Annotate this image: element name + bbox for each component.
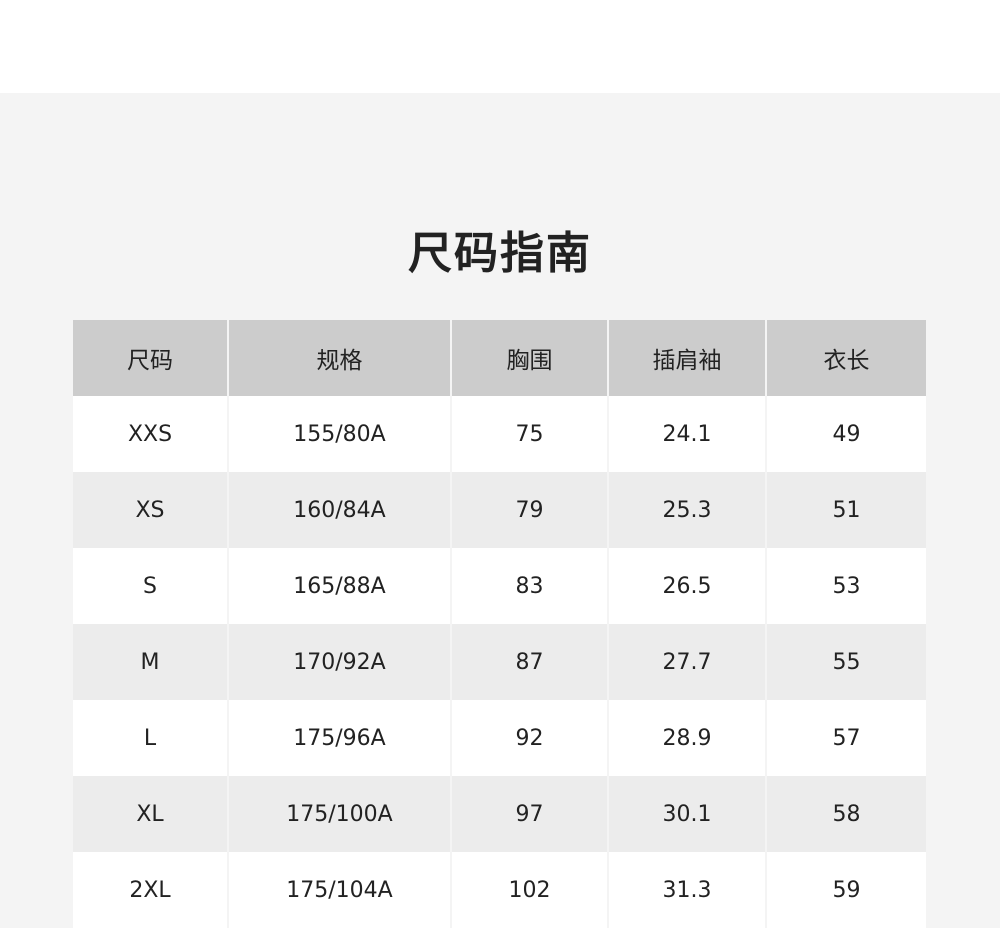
cell-sleeve: 30.1 [608,776,767,852]
table-row: XL 175/100A 97 30.1 58 [73,776,926,852]
size-guide-section: 尺码指南 尺码 规格 胸围 插肩袖 衣长 XXS 155/80A 75 24.1 [0,93,1000,928]
cell-length: 51 [766,472,926,548]
cell-sleeve: 27.7 [608,624,767,700]
header-spec: 规格 [228,320,452,396]
top-blank-band [0,0,1000,93]
cell-size: XL [73,776,229,852]
table-row: M 170/92A 87 27.7 55 [73,624,926,700]
cell-sleeve: 25.3 [608,472,767,548]
cell-length: 58 [766,776,926,852]
cell-spec: 170/92A [228,624,452,700]
cell-chest: 97 [451,776,609,852]
cell-length: 55 [766,624,926,700]
cell-spec: 155/80A [228,396,452,472]
cell-spec: 160/84A [228,472,452,548]
cell-chest: 102 [451,852,609,928]
table-row: XXS 155/80A 75 24.1 49 [73,396,926,472]
cell-sleeve: 24.1 [608,396,767,472]
cell-chest: 79 [451,472,609,548]
table-row: XS 160/84A 79 25.3 51 [73,472,926,548]
cell-size: L [73,700,229,776]
cell-chest: 92 [451,700,609,776]
cell-chest: 83 [451,548,609,624]
cell-size: 2XL [73,852,229,928]
header-length: 衣长 [766,320,926,396]
table-header-row: 尺码 规格 胸围 插肩袖 衣长 [73,320,926,396]
cell-size: S [73,548,229,624]
cell-length: 59 [766,852,926,928]
header-sleeve: 插肩袖 [608,320,767,396]
cell-chest: 87 [451,624,609,700]
cell-size: XS [73,472,229,548]
table-row: 2XL 175/104A 102 31.3 59 [73,852,926,928]
cell-sleeve: 26.5 [608,548,767,624]
cell-spec: 165/88A [228,548,452,624]
cell-chest: 75 [451,396,609,472]
cell-length: 57 [766,700,926,776]
cell-spec: 175/96A [228,700,452,776]
table-row: L 175/96A 92 28.9 57 [73,700,926,776]
cell-spec: 175/100A [228,776,452,852]
cell-length: 49 [766,396,926,472]
page-title: 尺码指南 [408,228,592,280]
size-table: 尺码 规格 胸围 插肩袖 衣长 XXS 155/80A 75 24.1 49 X… [73,320,926,928]
table-row: S 165/88A 83 26.5 53 [73,548,926,624]
cell-sleeve: 28.9 [608,700,767,776]
header-size: 尺码 [73,320,229,396]
cell-length: 53 [766,548,926,624]
header-chest: 胸围 [451,320,609,396]
cell-spec: 175/104A [228,852,452,928]
cell-size: M [73,624,229,700]
cell-size: XXS [73,396,229,472]
cell-sleeve: 31.3 [608,852,767,928]
